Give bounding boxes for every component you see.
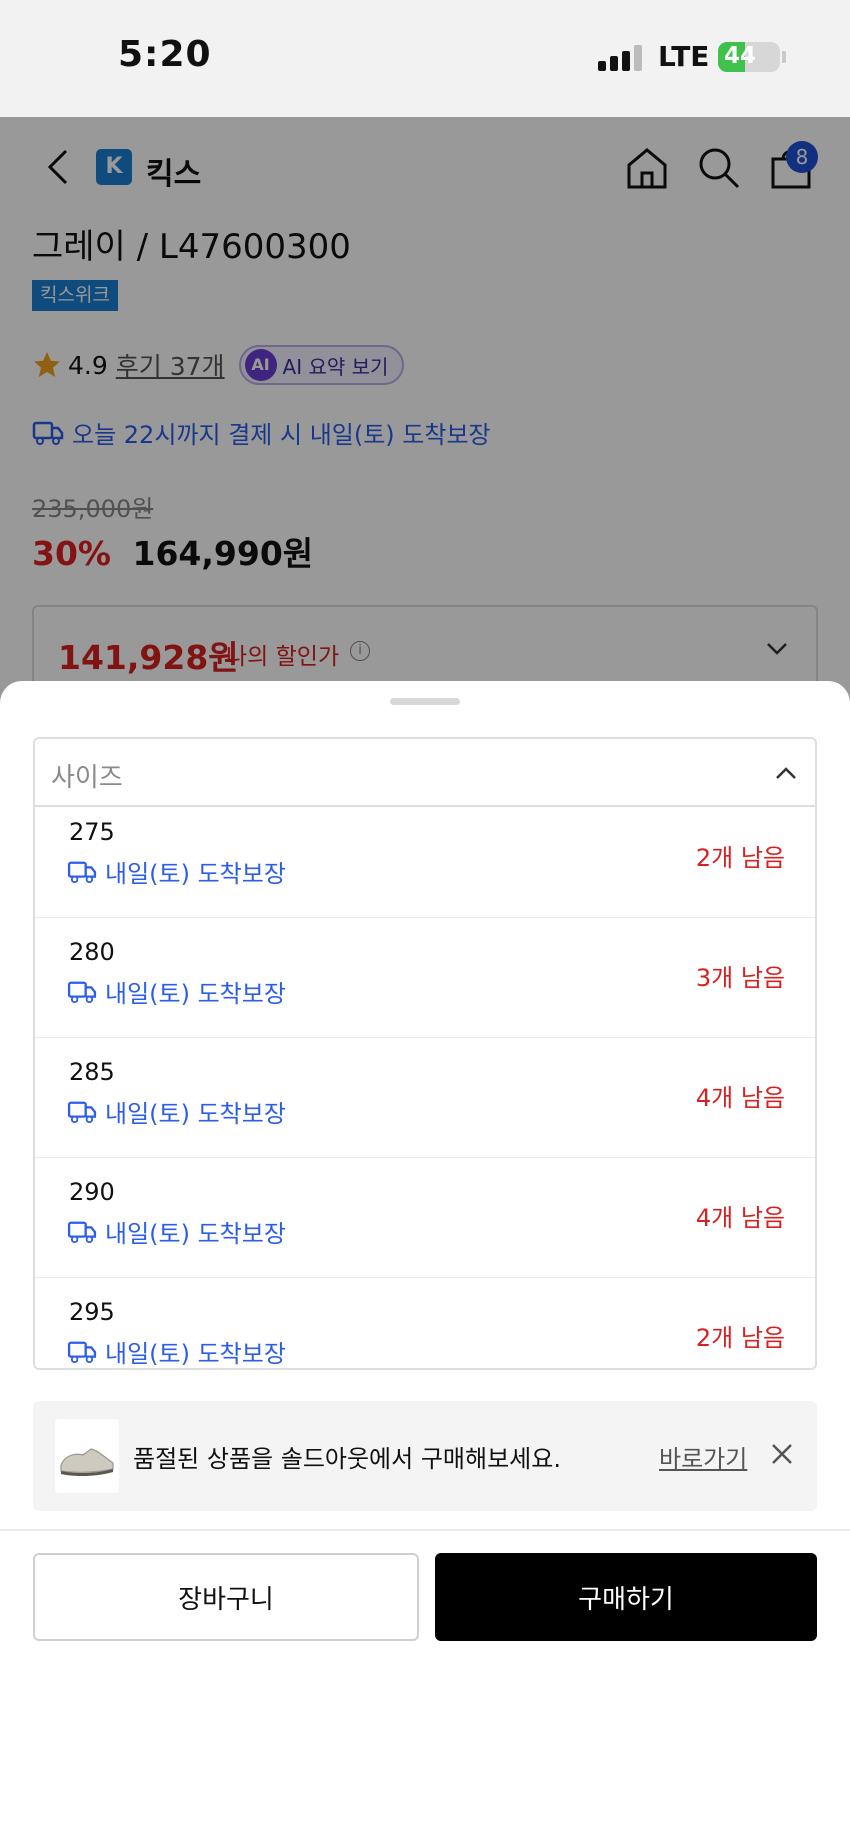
delivery-truck-icon <box>67 1341 97 1363</box>
soldout-banner-text: 품절된 상품을 솔드아웃에서 구매해보세요. <box>133 1445 561 1473</box>
stock-remaining: 3개 남음 <box>695 964 785 992</box>
buy-now-button[interactable]: 구매하기 <box>435 1553 817 1641</box>
size-delivery: 내일(토) 도착보장 <box>67 854 286 889</box>
delivery-truck-icon <box>67 1221 97 1243</box>
size-delivery-text: 내일(토) 도착보장 <box>105 860 286 888</box>
size-value: 285 <box>69 1058 115 1086</box>
soldout-link[interactable]: 바로가기 <box>659 1439 747 1474</box>
size-select-label: 사이즈 <box>51 763 123 793</box>
option-bottom-sheet: 사이즈 275 내일(토) 도착보장 2개 남음 280 내일(토) 도착보장 … <box>0 681 850 1842</box>
size-delivery-text: 내일(토) 도착보장 <box>105 1220 286 1248</box>
stock-remaining: 2개 남음 <box>695 844 785 872</box>
add-to-cart-button[interactable]: 장바구니 <box>33 1553 419 1641</box>
size-delivery-text: 내일(토) 도착보장 <box>105 1340 286 1368</box>
battery-percent: 44 <box>724 43 757 69</box>
size-select[interactable]: 사이즈 <box>33 737 817 807</box>
delivery-truck-icon <box>67 1101 97 1123</box>
stock-remaining: 2개 남음 <box>695 1324 785 1352</box>
size-delivery: 내일(토) 도착보장 <box>67 1334 286 1368</box>
shoe-thumbnail <box>55 1419 119 1493</box>
size-delivery: 내일(토) 도착보장 <box>67 974 286 1009</box>
size-option[interactable]: 285 내일(토) 도착보장 4개 남음 <box>35 1038 815 1158</box>
size-value: 280 <box>69 938 115 966</box>
cellular-signal-icon <box>598 45 644 71</box>
stock-remaining: 4개 남음 <box>695 1204 785 1232</box>
delivery-truck-icon <box>67 861 97 883</box>
size-option[interactable]: 295 내일(토) 도착보장 2개 남음 <box>35 1278 815 1368</box>
battery-tip <box>782 51 786 63</box>
sheet-divider <box>0 1529 850 1531</box>
close-icon[interactable] <box>769 1441 795 1467</box>
delivery-truck-icon <box>67 981 97 1003</box>
soldout-banner: 품절된 상품을 솔드아웃에서 구매해보세요. 바로가기 <box>33 1401 817 1511</box>
battery-icon: 44 <box>718 42 780 72</box>
shoe-image <box>60 1448 114 1477</box>
status-time: 5:20 <box>118 34 212 75</box>
size-option-list[interactable]: 275 내일(토) 도착보장 2개 남음 280 내일(토) 도착보장 3개 남… <box>33 806 817 1370</box>
size-delivery-text: 내일(토) 도착보장 <box>105 1100 286 1128</box>
size-value: 290 <box>69 1178 115 1206</box>
size-option[interactable]: 280 내일(토) 도착보장 3개 남음 <box>35 918 815 1038</box>
size-value: 295 <box>69 1298 115 1326</box>
size-value: 275 <box>69 818 115 846</box>
stock-remaining: 4개 남음 <box>695 1084 785 1112</box>
size-delivery: 내일(토) 도착보장 <box>67 1214 286 1249</box>
size-delivery-text: 내일(토) 도착보장 <box>105 980 286 1008</box>
chevron-up-icon <box>776 767 796 779</box>
network-type: LTE <box>658 40 710 73</box>
size-option[interactable]: 290 내일(토) 도착보장 4개 남음 <box>35 1158 815 1278</box>
size-delivery: 내일(토) 도착보장 <box>67 1094 286 1129</box>
size-option[interactable]: 275 내일(토) 도착보장 2개 남음 <box>35 806 815 918</box>
sheet-grabber[interactable] <box>390 698 460 705</box>
status-bar: 5:20 LTE 44 <box>0 0 850 117</box>
